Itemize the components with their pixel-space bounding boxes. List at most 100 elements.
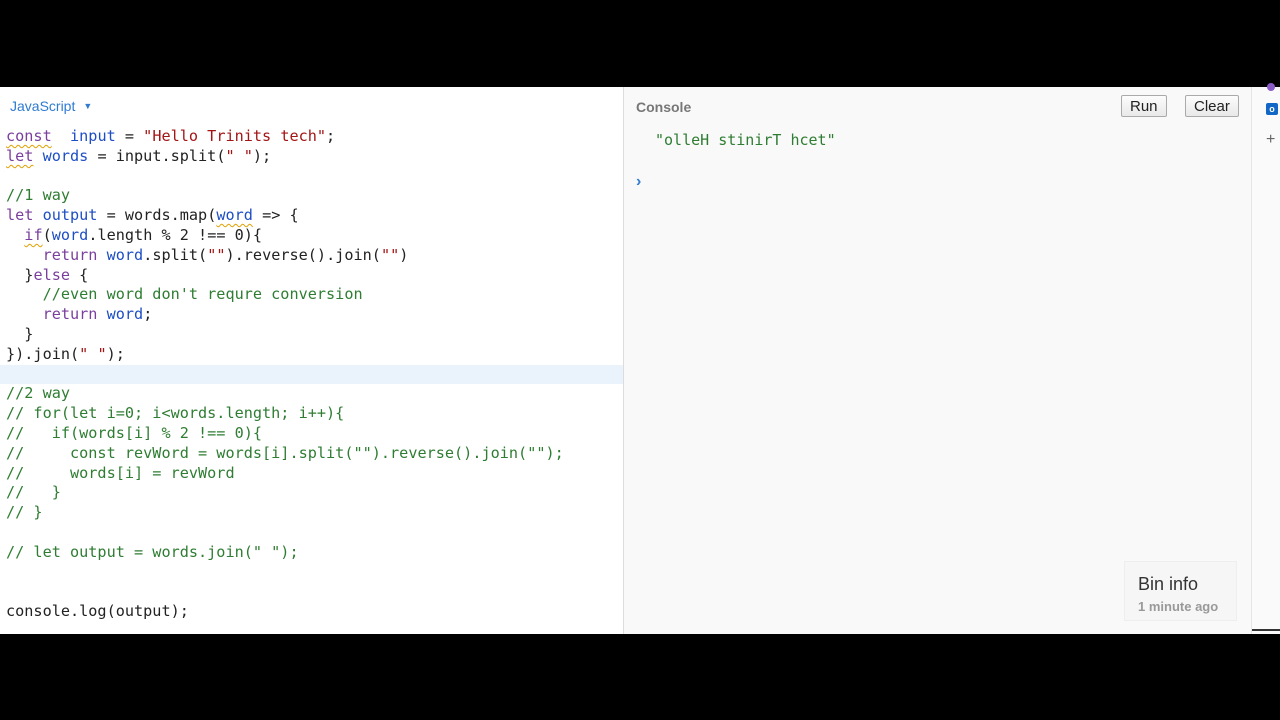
code-line[interactable]: }	[0, 325, 623, 345]
run-button[interactable]: Run	[1121, 95, 1167, 117]
code-token: .length % 2 !== 0){	[88, 225, 263, 244]
code-token: ;	[326, 127, 336, 145]
bin-info-title: Bin info	[1138, 574, 1199, 594]
code-token: ;	[143, 305, 153, 324]
code-line[interactable]: // for(let i=0; i<words.length; i++){	[0, 404, 623, 424]
code-line[interactable]	[0, 167, 623, 187]
top-black-bar	[0, 0, 1280, 87]
code-line[interactable]: //2 way	[0, 384, 623, 404]
code-token: return	[42, 245, 98, 264]
code-token: " "	[79, 344, 107, 363]
code-line[interactable]: if(word.length % 2 !== 0){	[0, 226, 623, 246]
code-line[interactable]: // words[i] = revWord	[0, 464, 623, 484]
code-token: )	[399, 245, 409, 264]
browser-sidebar-strip: o +	[1251, 83, 1280, 634]
code-line[interactable]: const input = "Hello Trinits tech";	[0, 127, 623, 147]
code-line[interactable]: // }	[0, 483, 623, 503]
jsbin-app: JavaScript ▼ const input = "Hello Trinits…	[0, 83, 1280, 634]
code-token: word	[51, 225, 89, 244]
code-token: " "	[225, 146, 253, 165]
code-token: .split(	[143, 245, 208, 264]
code-line[interactable]: return word;	[0, 305, 623, 325]
code-line[interactable]	[0, 582, 623, 602]
code-token: "Hello Trinits tech"	[143, 127, 327, 145]
code-comment: // if(words[i] % 2 !== 0){	[6, 423, 263, 442]
code-token: ).reverse().join(	[225, 245, 381, 264]
code-token: output	[42, 206, 98, 225]
code-token: const	[6, 127, 52, 145]
extension-icon[interactable]	[1267, 83, 1275, 91]
console-output-line: "olleH stinirT hcet"	[655, 131, 836, 149]
code-comment: // const revWord = words[i].split("").re…	[6, 443, 564, 462]
code-token: }	[6, 265, 34, 284]
code-token: (	[42, 225, 52, 244]
code-line[interactable]	[0, 563, 623, 583]
code-token: word	[106, 245, 144, 264]
console-title: Console	[636, 99, 692, 115]
code-line[interactable]: let words = input.split(" ");	[0, 147, 623, 167]
code-token: }).join(	[6, 344, 80, 363]
code-line[interactable]: }else {	[0, 266, 623, 286]
code-token: let	[6, 206, 34, 225]
code-comment: // for(let i=0; i<words.length; i++){	[6, 404, 345, 423]
add-icon[interactable]: +	[1266, 131, 1275, 149]
bin-info-card[interactable]: Bin info 1 minute ago	[1124, 561, 1237, 621]
code-token: = input.split(	[88, 146, 226, 165]
code-token: words	[42, 146, 89, 165]
code-line[interactable]: // }	[0, 503, 623, 523]
clear-button[interactable]: Clear	[1185, 95, 1239, 117]
code-editor[interactable]: const input = "Hello Trinits tech"; let w…	[0, 127, 623, 622]
code-line[interactable]: //even word don't requre conversion	[0, 285, 623, 305]
code-token: if	[24, 225, 43, 244]
code-token: = words.map(	[97, 206, 217, 225]
code-token: return	[42, 305, 98, 324]
code-line[interactable]: return word.split("").reverse().join("")	[0, 246, 623, 266]
code-line[interactable]: //1 way	[0, 186, 623, 206]
code-line[interactable]: let output = words.map(word => {	[0, 206, 623, 226]
caret-down-icon: ▼	[83, 101, 93, 111]
code-line[interactable]: console.log(output);	[0, 602, 623, 622]
code-comment: // }	[6, 483, 61, 502]
code-token: ""	[207, 245, 226, 264]
code-token: else	[33, 265, 71, 284]
bottom-black-bar	[0, 634, 1280, 720]
code-token: let	[6, 146, 34, 165]
chevron-right-icon[interactable]: ›	[636, 173, 641, 191]
outlook-icon[interactable]: o	[1266, 103, 1278, 115]
code-comment: //1 way	[6, 186, 71, 205]
code-line[interactable]: }).join(" ");	[0, 345, 623, 365]
code-token: console.log(output);	[6, 602, 189, 621]
code-token: );	[252, 146, 272, 165]
code-line[interactable]: // let output = words.join(" ");	[0, 543, 623, 563]
code-comment: // }	[6, 503, 43, 522]
console-panel: Console Run Clear "olleH stinirT hcet" ›…	[624, 87, 1251, 634]
code-line[interactable]: // if(words[i] % 2 !== 0){	[0, 424, 623, 444]
bin-info-time: 1 minute ago	[1138, 599, 1219, 614]
code-line[interactable]: // const revWord = words[i].split("").re…	[0, 444, 623, 464]
code-token: word	[216, 206, 253, 225]
code-token: ""	[380, 245, 400, 264]
code-token: );	[106, 344, 125, 363]
code-token: {	[70, 265, 89, 284]
language-dropdown[interactable]: JavaScript ▼	[10, 98, 92, 114]
code-comment: // let output = words.join(" ");	[6, 542, 299, 561]
code-comment: //even word don't requre conversion	[6, 285, 363, 304]
code-token: word	[106, 305, 144, 324]
code-line[interactable]	[0, 523, 623, 543]
language-label: JavaScript	[10, 98, 76, 114]
code-token: =	[115, 127, 144, 145]
code-comment: // words[i] = revWord	[6, 463, 235, 482]
code-token: }	[6, 324, 34, 343]
javascript-editor-panel[interactable]: JavaScript ▼ const input = "Hello Trinits…	[0, 87, 624, 634]
divider	[1252, 629, 1280, 631]
code-line[interactable]	[0, 364, 623, 385]
code-token: => {	[252, 206, 299, 225]
